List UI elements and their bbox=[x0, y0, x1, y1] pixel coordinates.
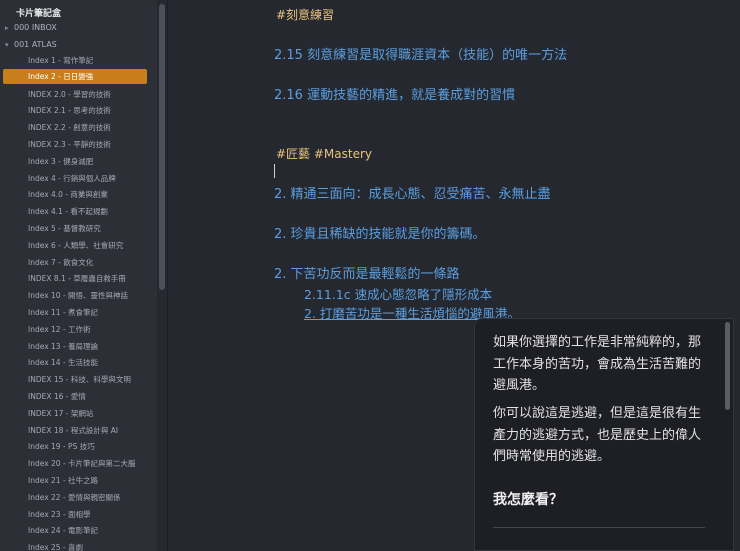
note-link-rare-skills[interactable]: 2. 珍貴且稀缺的技能就是你的籌碼。 bbox=[274, 223, 486, 242]
file-item[interactable]: INDEX 15 - 科技、科學與文明 bbox=[28, 374, 131, 385]
chevron-right-icon: ▸ bbox=[5, 24, 9, 32]
file-item[interactable]: Index 13 - 養局理論 bbox=[28, 341, 98, 352]
folder-inbox[interactable]: ▸ 000 INBOX bbox=[5, 23, 57, 32]
file-item[interactable]: Index 12 - 工作術 bbox=[28, 324, 91, 335]
file-item[interactable]: Index 24 - 電影筆記 bbox=[28, 525, 98, 536]
file-explorer-sidebar: 卡片筆記盒 ▸ 000 INBOX ▾ 001 ATLAS Index 1 - 寫作… bbox=[0, 0, 157, 551]
note-link-2-15[interactable]: 2.15 刻意練習是取得職涯資本（技能）的唯一方法 bbox=[274, 44, 567, 63]
file-item[interactable]: INDEX 2.0 - 學習的技術 bbox=[28, 89, 111, 100]
file-item[interactable]: Index 4.0 - 商業與創業 bbox=[28, 189, 108, 200]
file-item[interactable]: Index 14 - 生活技能 bbox=[28, 357, 98, 368]
popover-scrollbar[interactable] bbox=[725, 322, 730, 410]
file-item[interactable]: INDEX 2.2 - 創意的技術 bbox=[28, 122, 111, 133]
file-item[interactable]: Index 21 - 社牛之路 bbox=[28, 475, 98, 486]
file-item[interactable]: INDEX 2.3 - 平靜的技術 bbox=[28, 139, 111, 150]
popover-divider bbox=[493, 527, 705, 528]
file-item[interactable]: INDEX 2.1 - 思考的技術 bbox=[28, 105, 111, 116]
text-cursor bbox=[274, 164, 275, 178]
file-item[interactable]: Index 10 - 開悟、靈性與神話 bbox=[28, 290, 128, 301]
note-preview-popover[interactable]: 如果你選擇的工作是非常純粹的，那工作本身的苦功，會成為生活苦難的避風港。 你可以… bbox=[474, 318, 734, 551]
popover-paragraph-1: 如果你選擇的工作是非常純粹的，那工作本身的苦功，會成為生活苦難的避風港。 bbox=[493, 335, 702, 393]
tag-mastery[interactable]: #匠藝 #Mastery bbox=[276, 145, 372, 162]
file-item[interactable]: Index 4 - 行銷與個人品牌 bbox=[28, 173, 116, 184]
file-item[interactable]: INDEX 17 - 架網站 bbox=[28, 408, 93, 419]
file-item[interactable]: Index 7 - 飲食文化 bbox=[28, 257, 93, 268]
file-item[interactable]: Index 19 - PS 技巧 bbox=[28, 441, 95, 452]
popover-paragraph-2: 你可以說這是逃避，但是這是很有生產力的逃避方式，也是歷史上的偉人們時常使用的逃避… bbox=[493, 406, 702, 464]
file-item[interactable]: Index 20 - 卡片筆記與第二大腦 bbox=[28, 458, 136, 469]
file-item[interactable]: Index 3 - 健身減肥 bbox=[28, 156, 93, 167]
chevron-down-icon: ▾ bbox=[5, 41, 9, 49]
note-link-hard-work[interactable]: 2. 下苦功反而是最輕鬆的一條路 bbox=[274, 263, 460, 282]
file-item[interactable]: INDEX 16 - 愛情 bbox=[28, 391, 86, 402]
note-link-2-16[interactable]: 2.16 運動技藝的精進，就是養成對的習慣 bbox=[274, 84, 515, 103]
file-item-active[interactable]: Index 2 - 日日變強 bbox=[3, 68, 147, 84]
file-item[interactable]: Index 6 - 人類學、社會研究 bbox=[28, 240, 123, 251]
file-item[interactable]: Index 22 - 愛情與親密關係 bbox=[28, 492, 121, 503]
file-item[interactable]: Index 25 - 喜劇 bbox=[28, 542, 83, 551]
sidebar-divider[interactable] bbox=[167, 0, 168, 551]
tag-deliberate-practice[interactable]: #刻意練習 bbox=[276, 6, 334, 23]
file-item[interactable]: Index 1 - 寫作筆記 bbox=[28, 55, 93, 66]
file-item[interactable]: INDEX 8.1 - 草履蟲自救手冊 bbox=[28, 273, 126, 284]
file-item[interactable]: INDEX 18 - 程式設計與 AI bbox=[28, 425, 118, 436]
popover-heading: 我怎麼看？ bbox=[493, 492, 563, 508]
folder-atlas[interactable]: ▾ 001 ATLAS bbox=[5, 40, 57, 49]
folder-label: 000 INBOX bbox=[14, 23, 57, 32]
file-item[interactable]: Index 23 - 面相學 bbox=[28, 509, 91, 520]
folder-label: 001 ATLAS bbox=[14, 40, 57, 49]
file-item[interactable]: Index 4.1 - 看不起規劃 bbox=[28, 206, 108, 217]
note-link-three-aspects[interactable]: 2. 精通三面向：成長心態、忍受痛苦、永無止盡 bbox=[274, 183, 551, 202]
file-item[interactable]: Index 5 - 基督教研究 bbox=[28, 223, 101, 234]
file-item[interactable]: Index 11 - 煮食筆記 bbox=[28, 307, 98, 318]
vault-title[interactable]: 卡片筆記盒 bbox=[16, 6, 61, 19]
sidebar-scrollbar[interactable] bbox=[159, 4, 165, 290]
note-link-2-11-1c[interactable]: 2.11.1c 速成心態忽略了隱形成本 bbox=[304, 284, 492, 303]
